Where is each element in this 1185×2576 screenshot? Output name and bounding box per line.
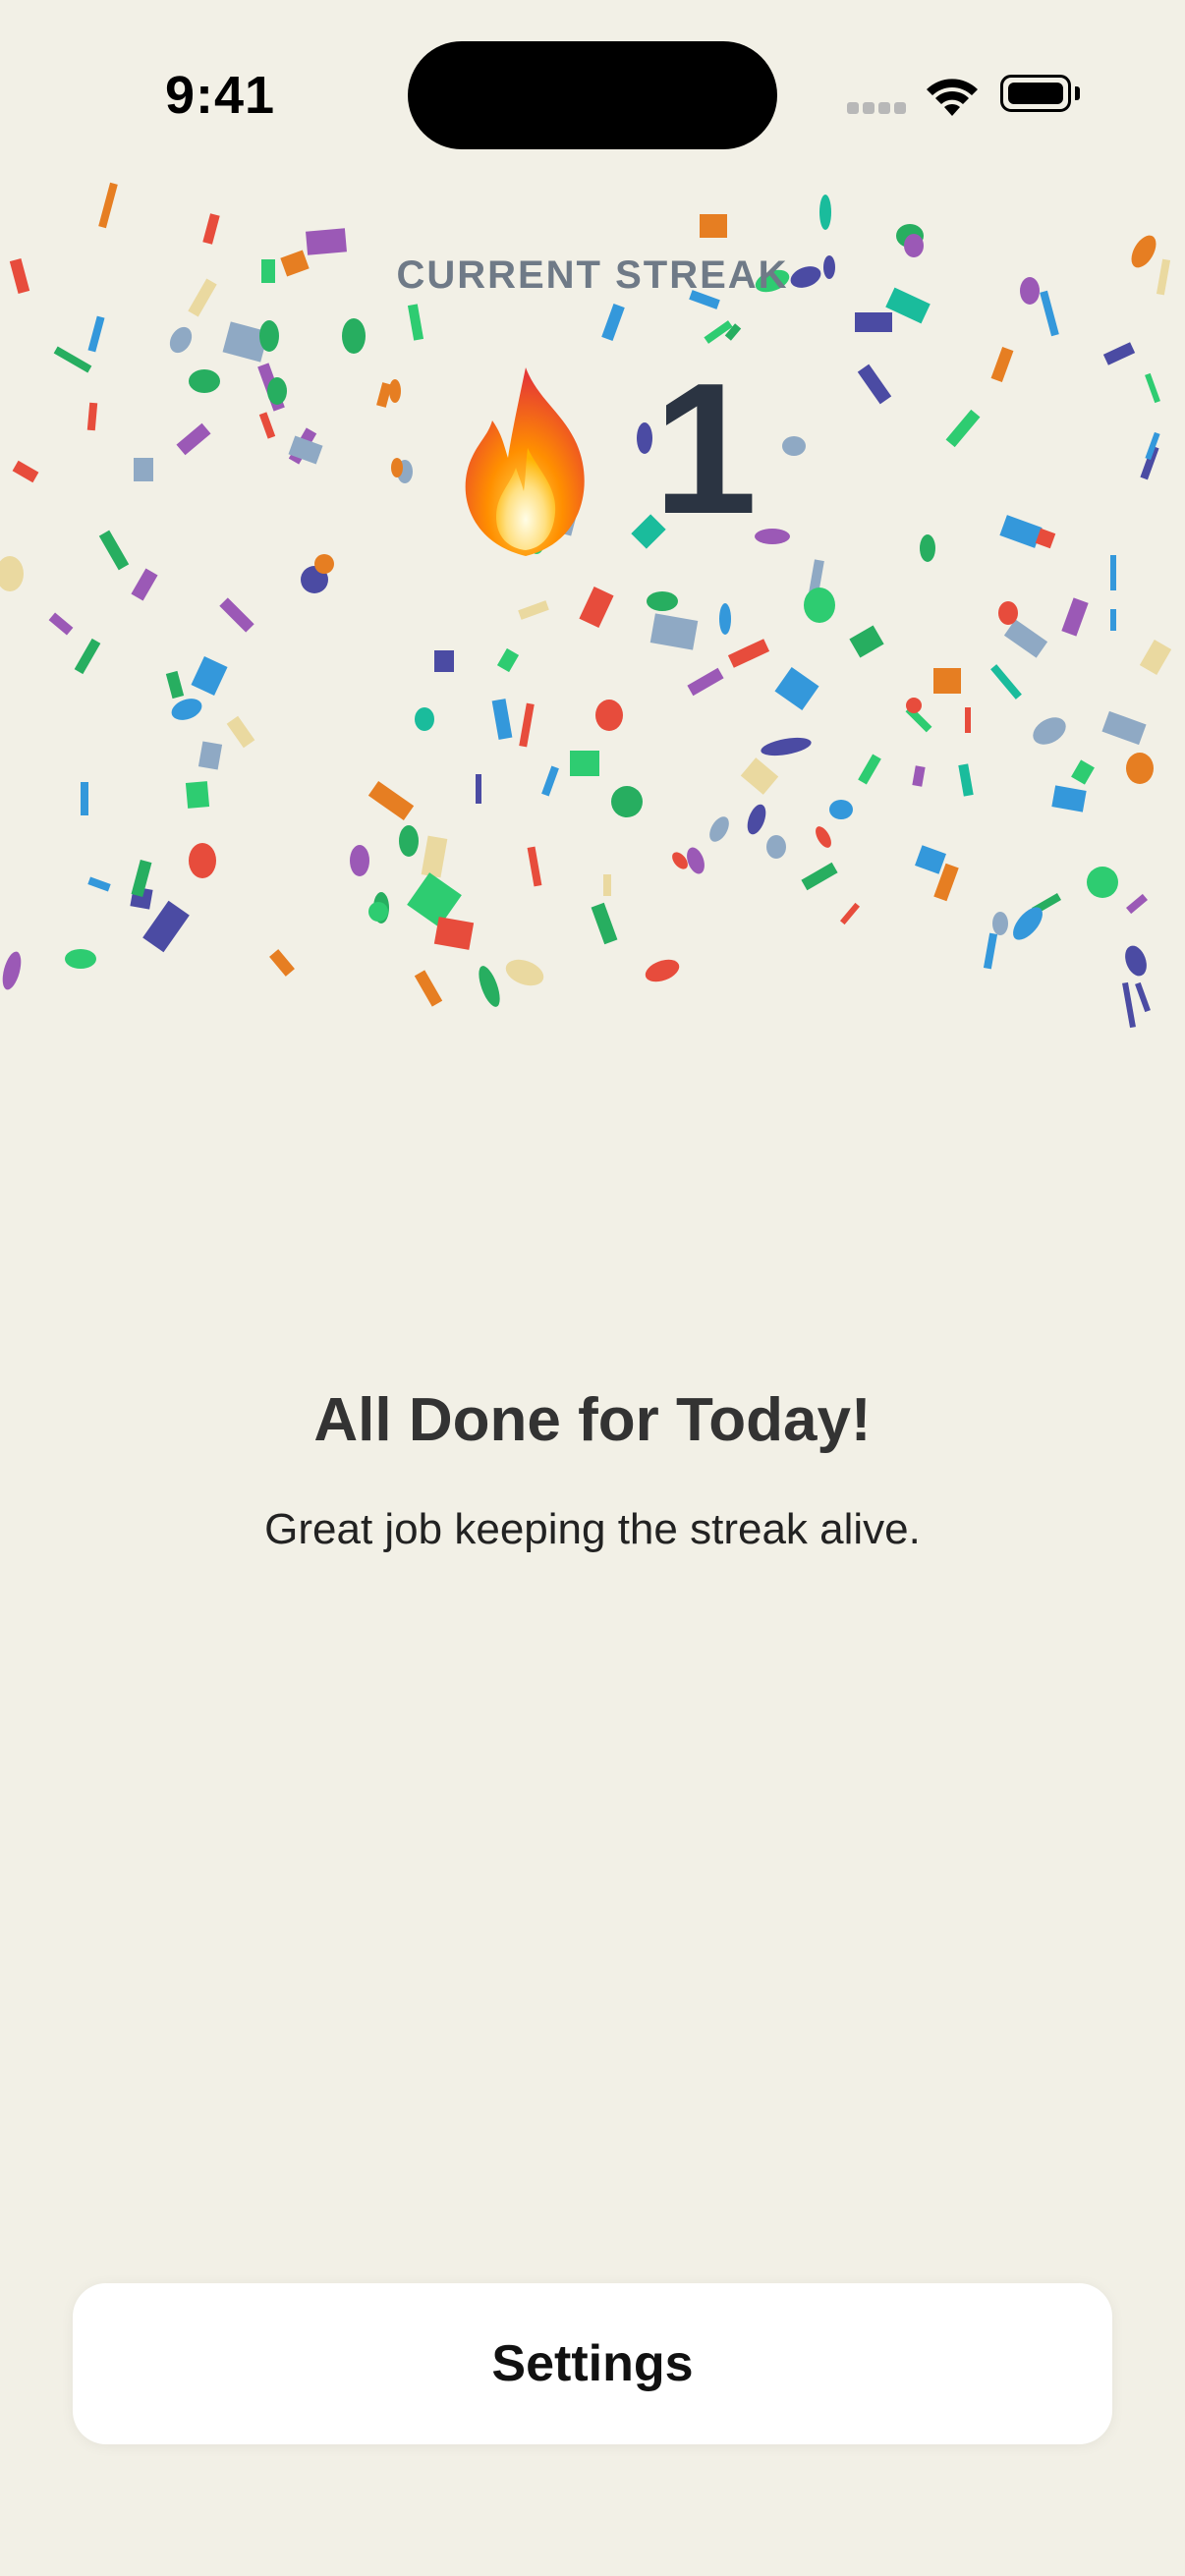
- settings-button[interactable]: Settings: [73, 2283, 1112, 2444]
- streak-count: 1: [653, 345, 758, 553]
- wifi-icon: [927, 79, 978, 116]
- dynamic-island: [408, 41, 777, 149]
- flame-icon: [465, 367, 585, 556]
- completion-title: All Done for Today!: [313, 1386, 872, 1454]
- streak-label: CURRENT STREAK: [396, 253, 789, 297]
- streak-complete-screen: 9:41 CURRENT STREAK 1 All Done for Today…: [0, 0, 1185, 2576]
- battery-icon: [1000, 75, 1081, 116]
- cellular-signal-icon: [847, 102, 906, 116]
- status-time: 9:41: [165, 66, 276, 125]
- completion-subtitle: Great job keeping the streak alive.: [264, 1505, 921, 1553]
- streak-display: 1: [0, 354, 1185, 570]
- status-bar: 9:41: [0, 0, 1185, 187]
